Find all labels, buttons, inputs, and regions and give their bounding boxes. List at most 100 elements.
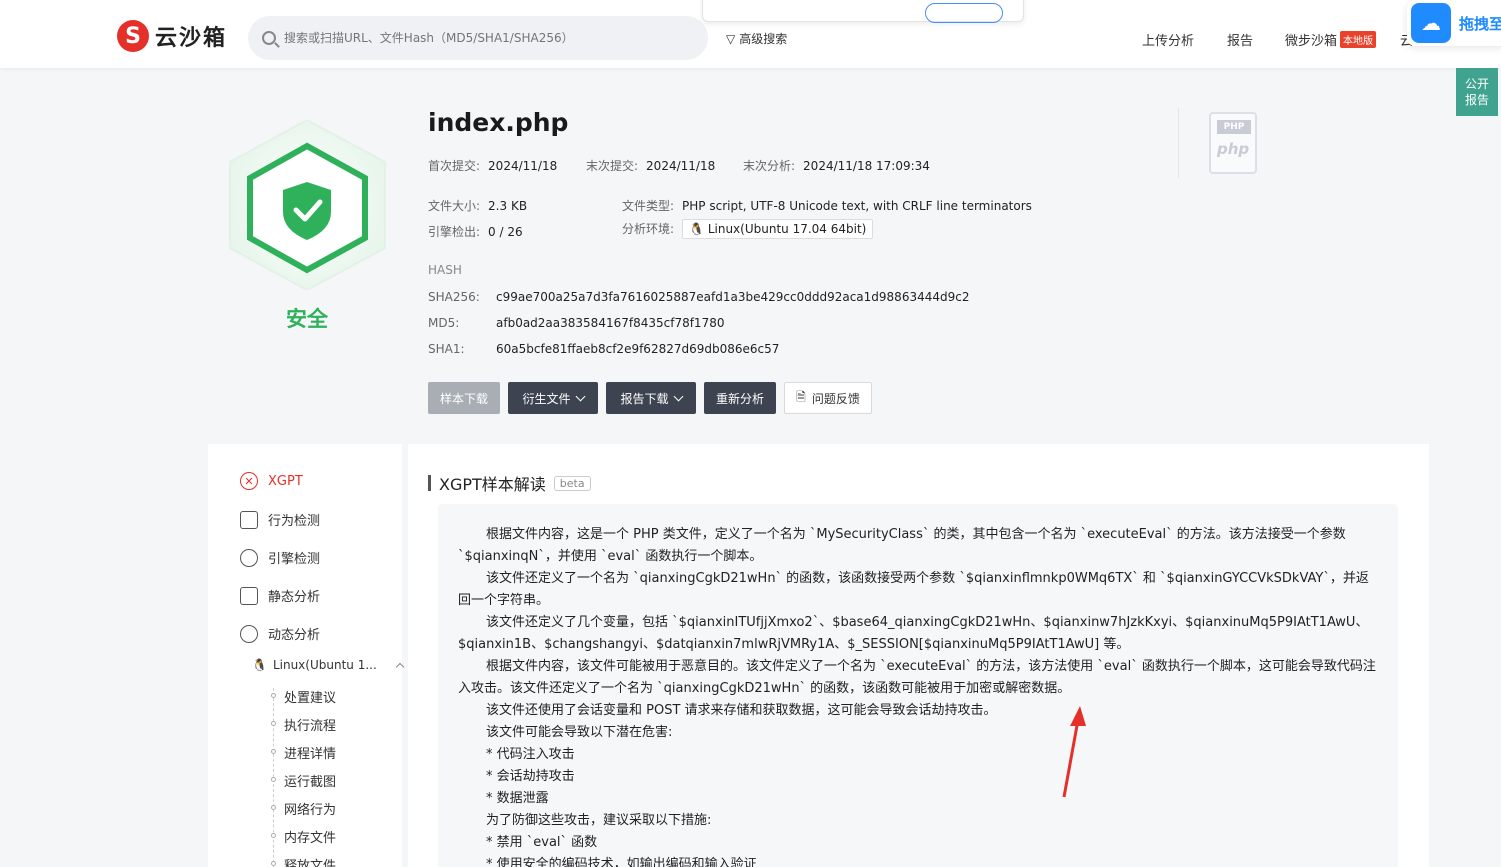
xgpt-content-box: 根据文件内容，这是一个 PHP 类文件，定义了一个名为 `MySecurityC… [438, 504, 1398, 867]
sidebar-env-linux[interactable]: 🐧 Linux(Ubuntu 1... [252, 658, 405, 672]
public-report-line1: 公开 [1464, 77, 1489, 91]
last-analysis-value: 2024/11/18 17:09:34 [803, 159, 930, 173]
first-submit: 首次提交: 2024/11/18 [428, 157, 557, 174]
tree-dot [271, 861, 276, 866]
last-submit-value: 2024/11/18 [646, 159, 716, 173]
sidebar-item-static[interactable]: 静态分析 [240, 586, 320, 605]
sidebar-sub-item[interactable]: 网络行为 [284, 799, 336, 818]
logo[interactable]: S 云沙箱 [117, 20, 227, 52]
sidebar-sub-item[interactable]: 进程详情 [284, 743, 336, 762]
sidebar-sub-item[interactable]: 处置建议 [284, 687, 336, 706]
cycle-icon [240, 624, 258, 643]
xgpt-paragraph: 为了防御这些攻击，建议采取以下措施: [486, 813, 712, 828]
popup-pill-button[interactable] [925, 3, 1003, 23]
xgpt-title-text: XGPT样本解读 [439, 475, 546, 494]
analysis-env-value: 🐧 Linux(Ubuntu 17.04 64bit) [682, 219, 874, 239]
sha1-label: SHA1: [428, 342, 465, 356]
beta-badge: beta [553, 475, 591, 491]
php-file-icon: PHP php [1209, 112, 1257, 174]
tree-dot [271, 833, 276, 838]
download-sample-button[interactable]: 样本下载 [428, 382, 500, 414]
nav-upload[interactable]: 上传分析 [1142, 30, 1194, 49]
md5-label: MD5: [428, 316, 460, 330]
drag-upload-label: 拖拽至 [1459, 14, 1501, 33]
xgpt-paragraph: 该文件还定义了几个变量，包括 `$qianxinITUfjjXmxo2`、$ba… [458, 615, 1369, 652]
feedback-icon: 🗎 [796, 389, 806, 404]
advanced-search-label: 高级搜索 [739, 32, 788, 46]
file-type: 文件类型: PHP script, UTF-8 Unicode text, wit… [622, 197, 1032, 214]
cloud-share-icon: ☁ [1411, 3, 1451, 43]
php-tag: PHP [1217, 120, 1251, 134]
chevron-down-icon [575, 391, 585, 401]
file-size-value: 2.3 KB [488, 199, 528, 213]
chevron-up-icon [395, 662, 405, 672]
last-submit: 末次提交: 2024/11/18 [586, 157, 715, 174]
engine-detect: 引擎检出: 0 / 26 [428, 223, 523, 240]
search-box[interactable] [248, 16, 708, 60]
reanalyze-label: 重新分析 [715, 391, 764, 406]
sidebar-sub-item[interactable]: 释放文件 [284, 855, 336, 867]
xgpt-paragraph: 该文件还使用了会话变量和 POST 请求来存储和获取数据，这可能会导致会话劫持攻… [486, 703, 997, 718]
reanalyze-button[interactable]: 重新分析 [704, 382, 776, 414]
download-sample-label: 样本下载 [439, 391, 488, 406]
xgpt-paragraph: 根据文件内容，该文件可能被用于恶意目的。该文件定义了一个名为 `executeE… [458, 659, 1376, 696]
monitor-icon [240, 510, 258, 529]
nav-micro-sandbox-label: 微步沙箱 [1285, 34, 1338, 49]
feedback-label: 问题反馈 [811, 391, 860, 406]
report-download-button[interactable]: 报告下载 [606, 382, 696, 414]
search-input[interactable] [284, 31, 684, 45]
filter-icon: ▽ [726, 31, 736, 46]
sidebar-sub-item[interactable]: 内存文件 [284, 827, 336, 846]
tree-dot [271, 749, 276, 754]
engine-icon [240, 548, 258, 567]
linux-icon: 🐧 [252, 658, 267, 672]
search-icon [262, 31, 276, 45]
engine-detect-label: 引擎检出: [428, 225, 481, 239]
first-submit-value: 2024/11/18 [488, 159, 558, 173]
last-analysis-label: 末次分析: [743, 159, 796, 173]
sidebar: ✕ XGPT 行为检测 引擎检测 静态分析 动态分析 🐧 Linux(Ubunt… [208, 444, 405, 867]
linux-icon: 🐧 [689, 222, 704, 236]
sha256-value: c99ae700a25a7d3fa7616025887eafd1a3be429c… [496, 290, 970, 304]
nav-micro-sandbox[interactable]: 微步沙箱 本地版 [1285, 30, 1377, 49]
report-download-label: 报告下载 [620, 391, 669, 406]
derived-files-label: 衍生文件 [522, 391, 571, 406]
advanced-search-link[interactable]: ▽ 高级搜索 [726, 30, 787, 47]
logo-mark: S [117, 20, 149, 52]
sidebar-item-dynamic-label: 动态分析 [268, 628, 321, 643]
file-title: index.php [428, 108, 569, 137]
tree-dot [271, 805, 276, 810]
analysis-env-label: 分析环境: [622, 222, 675, 236]
xgpt-list-item: * 代码注入攻击 [486, 747, 575, 762]
dropdown-popup [702, 0, 1024, 23]
logo-text: 云沙箱 [155, 26, 228, 51]
hash-heading: HASH [428, 263, 462, 277]
safe-shield-icon [229, 120, 386, 290]
xgpt-icon: ✕ [240, 472, 258, 490]
first-submit-label: 首次提交: [428, 159, 481, 173]
title-bar-marker [428, 475, 431, 491]
file-size: 文件大小: 2.3 KB [428, 197, 527, 214]
sidebar-sub-item[interactable]: 执行流程 [284, 715, 336, 734]
xgpt-list-item: * 数据泄露 [486, 791, 549, 806]
tree-dot [271, 721, 276, 726]
sidebar-item-dynamic[interactable]: 动态分析 [240, 624, 320, 643]
last-submit-label: 末次提交: [586, 159, 639, 173]
drag-upload-button[interactable]: ☁ 拖拽至 [1407, 0, 1501, 46]
main-panel: XGPT样本解读 beta 根据文件内容，这是一个 PHP 类文件，定义了一个名… [408, 444, 1429, 867]
nav-report[interactable]: 报告 [1227, 30, 1253, 49]
status-label: 安全 [286, 307, 328, 331]
file-size-label: 文件大小: [428, 199, 481, 213]
sidebar-item-engine[interactable]: 引擎检测 [240, 548, 320, 567]
derived-files-button[interactable]: 衍生文件 [508, 382, 598, 414]
tree-dot [271, 777, 276, 782]
analysis-env: 分析环境: 🐧 Linux(Ubuntu 17.04 64bit) [622, 219, 874, 239]
file-type-value: PHP script, UTF-8 Unicode text, with CRL… [682, 199, 1032, 213]
list-icon [240, 586, 258, 605]
public-report-tab[interactable]: 公开 报告 [1456, 68, 1498, 116]
sidebar-sub-item[interactable]: 运行截图 [284, 771, 336, 790]
php-text: php [1217, 140, 1250, 158]
sidebar-item-xgpt[interactable]: ✕ XGPT [240, 472, 303, 490]
feedback-button[interactable]: 🗎 问题反馈 [784, 382, 872, 414]
sidebar-item-behavior[interactable]: 行为检测 [240, 510, 320, 529]
